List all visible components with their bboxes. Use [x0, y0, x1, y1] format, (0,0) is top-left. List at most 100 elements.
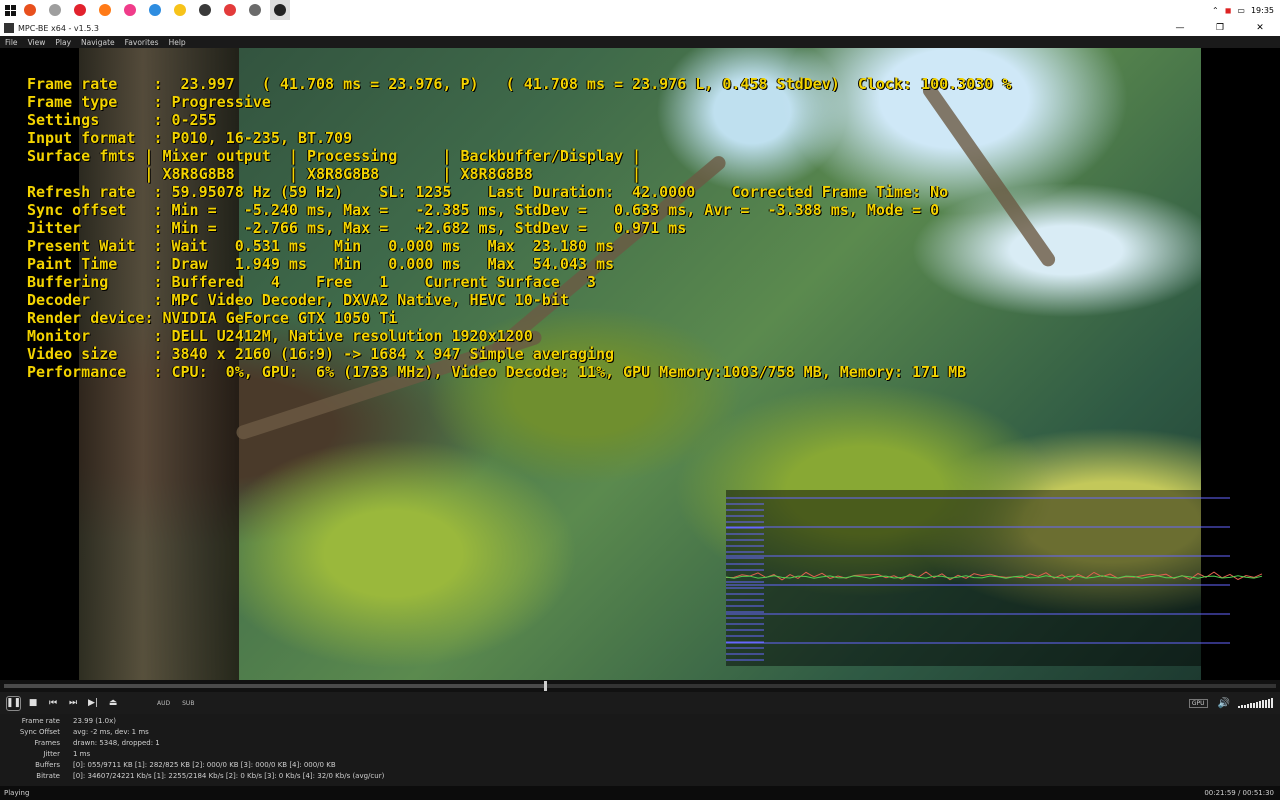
volume-bar [1256, 701, 1258, 708]
eject-icon: ⏏ [108, 698, 118, 708]
menu-view[interactable]: View [23, 38, 51, 47]
kiwi-app-icon [149, 4, 161, 16]
eject-button[interactable]: ⏏ [105, 695, 121, 711]
volume-bar [1268, 699, 1270, 708]
stat-row: Buffers [0]: 055/9711 KB [1]: 282/825 KB … [0, 759, 336, 770]
menu-favorites[interactable]: Favorites [120, 38, 164, 47]
menu-help[interactable]: Help [164, 38, 191, 47]
vivaldi-app-button[interactable] [220, 0, 240, 20]
pause-icon: ❚❚ [5, 698, 22, 708]
taskbar: ⌃ ◼ ▭ 19:35 [0, 0, 1280, 20]
volume-bar [1265, 699, 1267, 708]
osd-line: | X8R8G8B8 | X8R8G8B8 | X8R8G8B8 | [27, 165, 642, 183]
volume-bar [1244, 704, 1246, 708]
osd-line: Frame type : Progressive [27, 93, 271, 111]
menu-navigate[interactable]: Navigate [76, 38, 120, 47]
stat-row: Frames drawn: 5348, dropped: 1 [0, 737, 160, 748]
menu-play[interactable]: Play [50, 38, 76, 47]
globe-app-icon [199, 4, 211, 16]
search-app-button[interactable] [20, 0, 40, 20]
playback-state: Playing [4, 789, 30, 797]
firefox-app-icon [99, 4, 111, 16]
firefox-app-button[interactable] [95, 0, 115, 20]
volume-bar [1262, 700, 1264, 708]
osd-line: Sync offset : Min = -5.240 ms, Max = -2.… [27, 201, 940, 219]
volume-slider[interactable] [1238, 698, 1274, 708]
window-titlebar[interactable]: MPC-BE x64 - v1.5.3 — ❐ ✕ [0, 20, 1280, 36]
osd-line: Buffering : Buffered 4 Free 1 Current Su… [27, 273, 596, 291]
seek-thumb[interactable] [543, 681, 547, 691]
maxthon-app-icon [124, 4, 136, 16]
taskbar-apps [20, 0, 295, 20]
chevron-up-icon[interactable]: ⌃ [1212, 6, 1219, 15]
frame-step-icon: ▶| [88, 698, 98, 708]
osd-line: Video size : 3840 x 2160 (16:9) -> 1684 … [27, 345, 614, 363]
stat-row: Jitter 1 ms [0, 748, 90, 759]
seek-bar[interactable] [0, 680, 1280, 692]
system-tray: ⌃ ◼ ▭ 19:35 [1212, 0, 1280, 20]
opera-app-icon [74, 4, 86, 16]
volume-bar [1253, 702, 1255, 708]
close-button[interactable]: ✕ [1240, 20, 1280, 36]
status-bar: Playing 00:21:59 / 00:51:30 [0, 786, 1280, 800]
maximize-button[interactable]: ❐ [1200, 20, 1240, 36]
osd-line: Jitter : Min = -2.766 ms, Max = +2.682 m… [27, 219, 687, 237]
volume-bar [1250, 703, 1252, 708]
statistics-panel: Frame rate 23.99 (1.0x) Sync Offset avg: -2… [0, 714, 1280, 786]
pause-button[interactable]: ❚❚ [5, 695, 22, 711]
maxthon-app-button[interactable] [120, 0, 140, 20]
previous-button[interactable]: ⏮ [45, 695, 61, 711]
vivaldi-app-icon [224, 4, 236, 16]
stat-label: Sync Offset [19, 727, 60, 736]
stat-value: [0]: 055/9711 KB [1]: 282/825 KB [2]: 00… [73, 760, 336, 769]
antivirus-tray-icon[interactable]: ◼ [1225, 6, 1232, 15]
windows-logo-icon [4, 4, 16, 16]
taskbar-clock[interactable]: 19:35 [1251, 6, 1274, 15]
menu-bar: File View Play Navigate Favorites Help [0, 36, 1280, 48]
stats-osd: Frame rate : 23.997 ( 41.708 ms = 23.976… [27, 75, 1011, 381]
restore-icon: ❐ [1215, 23, 1225, 33]
seek-track[interactable] [4, 681, 1276, 691]
opera-app-button[interactable] [70, 0, 90, 20]
osd-line: Paint Time : Draw 1.949 ms Min 0.000 ms … [27, 255, 614, 273]
frame-step-button[interactable]: ▶| [85, 695, 101, 711]
mpc-app-button[interactable] [270, 0, 290, 20]
volume-bar [1238, 706, 1240, 708]
stop-icon: ■ [28, 698, 38, 708]
sync-offset-line [726, 575, 1263, 579]
stat-label: Jitter [43, 749, 60, 758]
kiwi-app-button[interactable] [145, 0, 165, 20]
chrome-app-button[interactable] [170, 0, 190, 20]
speaker-icon[interactable]: 🔊 [1218, 698, 1230, 709]
volume-bar [1271, 698, 1273, 708]
folder-app-button[interactable] [245, 0, 265, 20]
menu-file[interactable]: File [0, 38, 23, 47]
close-icon: ✕ [1256, 23, 1264, 33]
skip-forward-icon: ⏭ [68, 698, 78, 708]
playback-controls: ❚❚ ■ ⏮ ⏭ ▶| ⏏ AUD SUB GPU 🔊 [0, 692, 1280, 714]
stat-value: [0]: 34607/24221 Kb/s [1]: 2255/2184 Kb/… [73, 771, 385, 780]
osd-line: Surface fmts | Mixer output | Processing… [27, 147, 642, 165]
volume-bar [1241, 705, 1243, 708]
stat-value: 1 ms [73, 749, 91, 758]
stat-label: Frame rate [21, 716, 60, 725]
stat-value: avg: -2 ms, dev: 1 ms [73, 727, 149, 736]
osd-line: Settings : 0-255 [27, 111, 217, 129]
stat-row: Sync Offset avg: -2 ms, dev: 1 ms [0, 726, 149, 737]
stat-label: Frames [34, 738, 60, 747]
next-button[interactable]: ⏭ [65, 695, 81, 711]
folder-app-icon [249, 4, 261, 16]
network-icon[interactable]: ▭ [1237, 6, 1245, 15]
windows-start-button[interactable] [0, 0, 20, 20]
skip-back-icon: ⏮ [48, 698, 58, 708]
circle-app-button[interactable] [45, 0, 65, 20]
subtitle-track-button[interactable]: SUB [182, 700, 194, 707]
audio-track-button[interactable]: AUD [157, 700, 170, 707]
globe-app-button[interactable] [195, 0, 215, 20]
stat-row: Bitrate [0]: 34607/24221 Kb/s [1]: 2255/2… [0, 770, 384, 781]
osd-line: Input format : P010, 16-235, BT.709 [27, 129, 353, 147]
minimize-button[interactable]: — [1160, 20, 1200, 36]
video-area[interactable]: Frame rate : 23.997 ( 41.708 ms = 23.976… [0, 48, 1280, 680]
stop-button[interactable]: ■ [25, 695, 41, 711]
search-app-icon [24, 4, 36, 16]
